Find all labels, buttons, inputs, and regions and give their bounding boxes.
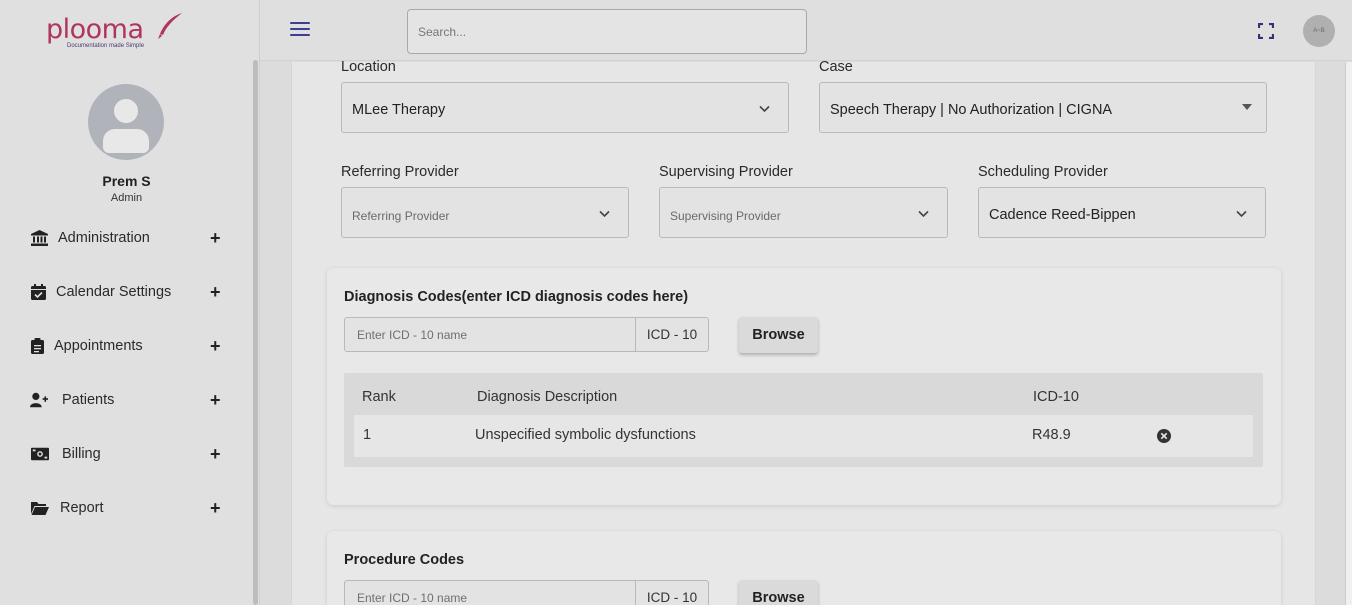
user-name: Prem S — [102, 173, 151, 189]
sidebar-item-patients[interactable]: Patients + — [0, 382, 253, 418]
chevron-down-icon — [918, 210, 929, 218]
case-value: Speech Therapy | No Authorization | CIGN… — [830, 102, 1113, 118]
sidebar-item-report[interactable]: Report + — [0, 490, 253, 526]
sidebar-item-billing[interactable]: Billing + — [0, 436, 253, 472]
diagnosis-icd-input[interactable] — [345, 318, 635, 351]
row-rank: 1 — [363, 427, 372, 443]
diagnosis-table: Rank Diagnosis Description ICD-10 1 Unsp… — [344, 373, 1263, 467]
expand-plus-icon[interactable]: + — [210, 445, 221, 463]
sidebar: plooma Documentation made Simple Prem S … — [0, 0, 260, 605]
expand-plus-icon[interactable]: + — [210, 391, 221, 409]
brand-logo[interactable]: plooma Documentation made Simple — [46, 12, 186, 52]
diagnosis-codes-title: Diagnosis Codes(enter ICD diagnosis code… — [344, 289, 689, 305]
user-role: Admin — [110, 192, 143, 204]
sidebar-item-label: Administration — [58, 230, 150, 246]
caret-down-icon — [1242, 104, 1252, 110]
table-row: 1 Unspecified symbolic dysfunctions R48.… — [354, 415, 1253, 457]
chevron-down-icon — [1236, 210, 1247, 218]
brand-tagline: Documentation made Simple — [67, 43, 145, 49]
diagnosis-browse-button[interactable]: Browse — [739, 317, 818, 353]
avatar-body — [103, 129, 149, 153]
chevron-down-icon — [599, 210, 610, 218]
location-select[interactable]: MLee Therapy — [341, 82, 789, 133]
sidebar-item-label: Billing — [62, 446, 101, 462]
column-header-rank: Rank — [362, 389, 396, 405]
column-header-description: Diagnosis Description — [477, 389, 618, 405]
avatar-head — [114, 99, 138, 123]
scheduling-provider-value: Cadence Reed-Bippen — [989, 207, 1136, 223]
profile-avatar[interactable]: A~B — [1303, 15, 1335, 47]
scheduling-provider-select[interactable]: Cadence Reed-Bippen — [978, 187, 1266, 238]
sidebar-item-appointments[interactable]: Appointments + — [0, 328, 253, 364]
expand-plus-icon[interactable]: + — [210, 337, 221, 355]
search-input[interactable] — [407, 9, 807, 54]
user-avatar[interactable] — [88, 84, 164, 160]
sidebar-item-label: Appointments — [54, 338, 143, 354]
referring-provider-label: Referring Provider — [341, 164, 459, 180]
scheduling-provider-label: Scheduling Provider — [978, 164, 1108, 180]
clipboard-icon — [28, 337, 46, 355]
sidebar-item-administration[interactable]: Administration + — [0, 220, 253, 256]
icd-addon-label: ICD - 10 — [635, 318, 708, 351]
procedure-codes-title: Procedure Codes — [344, 552, 465, 568]
hamburger-menu-icon[interactable] — [290, 22, 310, 38]
money-icon — [31, 445, 49, 463]
location-label: Location — [341, 59, 396, 75]
icd-addon-label: ICD - 10 — [635, 581, 708, 605]
diagnosis-icd-group: ICD - 10 — [344, 317, 709, 352]
procedure-browse-button[interactable]: Browse — [739, 580, 818, 605]
referring-provider-select[interactable]: Referring Provider — [341, 187, 629, 238]
folder-open-icon — [31, 499, 49, 517]
case-label: Case — [819, 59, 853, 75]
user-plus-icon — [30, 391, 48, 409]
procedure-icd-input[interactable] — [345, 581, 635, 605]
bank-icon — [30, 229, 48, 247]
expand-plus-icon[interactable]: + — [210, 499, 221, 517]
main-scrollbar[interactable] — [1345, 62, 1352, 605]
expand-plus-icon[interactable]: + — [210, 283, 221, 301]
sidebar-scrollbar[interactable] — [253, 60, 258, 605]
row-description: Unspecified symbolic dysfunctions — [475, 427, 696, 443]
case-select[interactable]: Speech Therapy | No Authorization | CIGN… — [819, 82, 1267, 133]
topbar: A~B — [260, 0, 1352, 61]
sidebar-item-calendar-settings[interactable]: Calendar Settings + — [0, 274, 253, 310]
procedure-icd-group: ICD - 10 — [344, 580, 709, 605]
supervising-provider-select[interactable]: Supervising Provider — [659, 187, 948, 238]
expand-plus-icon[interactable]: + — [210, 229, 221, 247]
location-value: MLee Therapy — [352, 102, 446, 118]
sidebar-item-label: Report — [60, 500, 104, 516]
diagnosis-codes-card: Diagnosis Codes(enter ICD diagnosis code… — [327, 268, 1281, 505]
calendar-check-icon — [29, 283, 47, 301]
referring-provider-placeholder: Referring Provider — [352, 209, 450, 223]
supervising-provider-label: Supervising Provider — [659, 164, 793, 180]
brand-name: plooma — [46, 14, 144, 45]
quill-icon — [158, 13, 182, 39]
supervising-provider-placeholder: Supervising Provider — [670, 209, 781, 223]
chevron-down-icon — [759, 105, 770, 113]
remove-circle-icon[interactable] — [1157, 429, 1171, 443]
sidebar-item-label: Calendar Settings — [56, 284, 172, 300]
sidebar-item-label: Patients — [62, 392, 115, 408]
row-icd-code: R48.9 — [1032, 427, 1071, 443]
procedure-codes-card: Procedure Codes ICD - 10 Browse — [327, 531, 1281, 605]
fullscreen-icon[interactable] — [1258, 23, 1274, 39]
column-header-icd10: ICD-10 — [1033, 389, 1079, 405]
